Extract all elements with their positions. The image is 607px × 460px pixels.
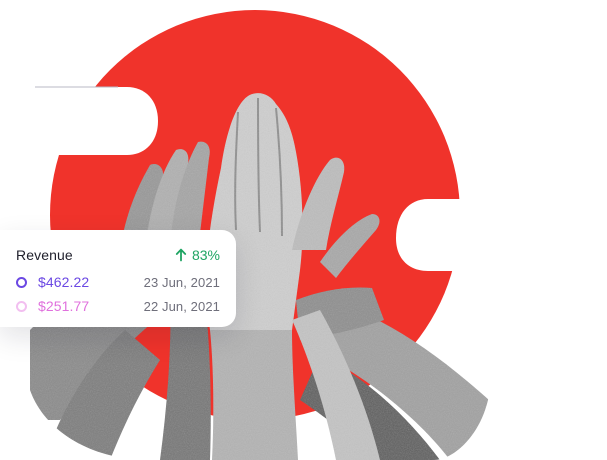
revenue-amount: $251.77: [38, 298, 90, 314]
revenue-amount: $462.22: [38, 274, 90, 290]
growth-value: 83%: [191, 247, 220, 263]
ring-dot-icon: [16, 300, 27, 312]
revenue-title: Revenue: [16, 247, 73, 263]
revenue-date: 22 Jun, 2021: [143, 298, 220, 314]
hero-stage: Revenue 83% $462.22 23 Jun, 2021 $251.77…: [0, 0, 607, 460]
revenue-card: Revenue 83% $462.22 23 Jun, 2021 $251.77…: [0, 230, 236, 327]
revenue-row: $251.77 22 Jun, 2021: [16, 297, 220, 315]
revenue-row: $462.22 23 Jun, 2021: [16, 273, 220, 291]
ring-dot-icon: [16, 276, 27, 288]
revenue-date: 23 Jun, 2021: [143, 274, 220, 290]
growth-indicator: 83%: [175, 247, 220, 263]
revenue-card-header: Revenue 83%: [16, 246, 220, 264]
arrow-up-icon: [175, 248, 187, 262]
